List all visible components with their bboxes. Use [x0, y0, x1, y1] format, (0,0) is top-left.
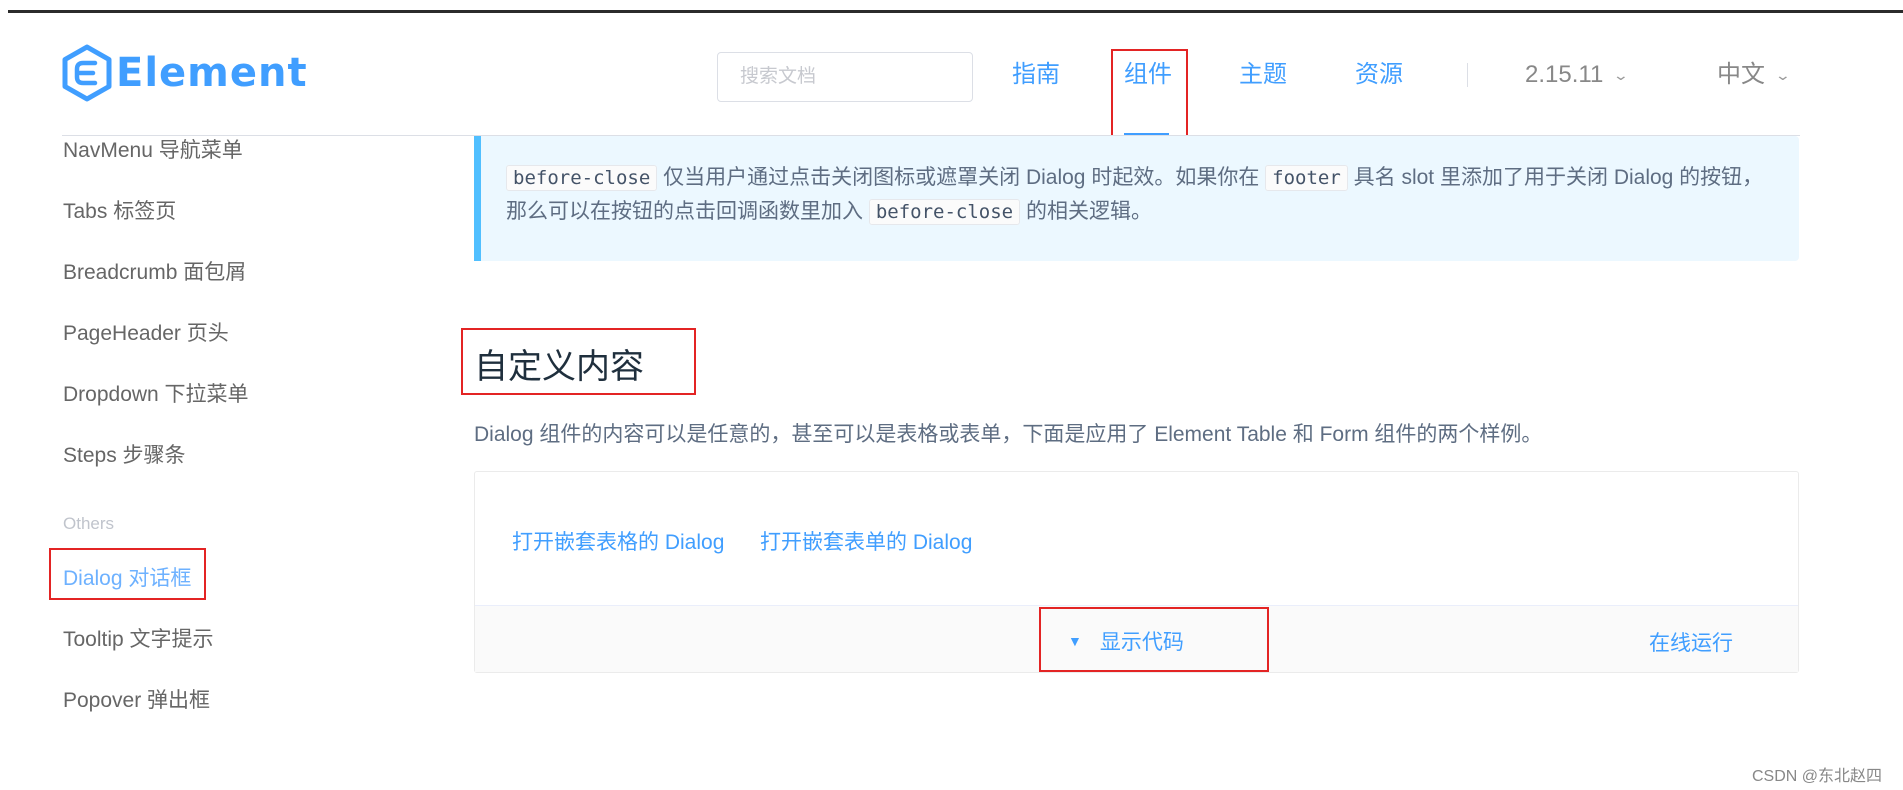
sidebar-item-popover[interactable]: Popover 弹出框 — [63, 684, 210, 714]
tip-text-part: 仅当用户通过点击关闭图标或遮罩关闭 Dialog 时起效。如果你在 — [657, 166, 1266, 189]
sidebar-item-steps[interactable]: Steps 步骤条 — [63, 439, 186, 469]
nav-component[interactable]: 组件 — [1124, 58, 1172, 92]
open-form-dialog-button[interactable]: 打开嵌套表单的 Dialog — [760, 526, 972, 556]
section-description: Dialog 组件的内容可以是任意的，甚至可以是表格或表单，下面是应用了 Ele… — [474, 423, 1543, 446]
chevron-down-icon: ⌄ — [1774, 67, 1792, 83]
code-before-close: before-close — [868, 199, 1021, 225]
nav-guide[interactable]: 指南 — [1012, 58, 1060, 92]
language-label: 中文 — [1717, 61, 1765, 88]
caret-down-icon: ▼ — [1068, 633, 1082, 649]
language-dropdown[interactable]: 中文 ⌄ — [1717, 58, 1792, 92]
element-logo[interactable]: Element — [62, 44, 308, 102]
tip-text-part: 的相关逻辑。 — [1020, 200, 1152, 223]
chevron-down-icon: ⌄ — [1612, 67, 1630, 83]
sidebar-item-navmenu[interactable]: NavMenu 导航菜单 — [63, 134, 243, 164]
search-input[interactable] — [717, 52, 973, 102]
top-border-line — [8, 10, 1903, 13]
code-before-close: before-close — [506, 165, 658, 191]
sidebar-item-breadcrumb[interactable]: Breadcrumb 面包屑 — [63, 256, 246, 286]
version-dropdown[interactable]: 2.15.11 ⌄ — [1525, 58, 1630, 92]
watermark: CSDN @东北赵四 — [1752, 768, 1883, 785]
version-label: 2.15.11 — [1525, 61, 1604, 88]
element-logo-icon — [62, 44, 112, 102]
nav-divider — [1467, 63, 1468, 87]
logo-text: Element — [116, 50, 308, 96]
show-code-button[interactable]: ▼ 显示代码 — [1068, 626, 1184, 656]
nav-resource[interactable]: 资源 — [1355, 58, 1403, 92]
sidebar-item-tabs[interactable]: Tabs 标签页 — [63, 195, 176, 225]
show-code-label: 显示代码 — [1099, 631, 1184, 654]
sidebar-item-pageheader[interactable]: PageHeader 页头 — [63, 317, 229, 347]
sidebar-item-tooltip[interactable]: Tooltip 文字提示 — [63, 623, 214, 653]
section-title: 自定义内容 — [474, 348, 644, 386]
tip-text: before-close 仅当用户通过点击关闭图标或遮罩关闭 Dialog 时起… — [506, 161, 1766, 229]
run-online-button[interactable]: 在线运行 — [1649, 627, 1733, 657]
code-footer: footer — [1265, 165, 1348, 191]
nav-theme[interactable]: 主题 — [1239, 58, 1287, 92]
sidebar-group-title: Others — [63, 514, 115, 533]
open-table-dialog-button[interactable]: 打开嵌套表格的 Dialog — [512, 526, 724, 556]
sidebar-item-dropdown[interactable]: Dropdown 下拉菜单 — [63, 378, 249, 408]
sidebar-item-dialog[interactable]: Dialog 对话框 — [63, 562, 191, 592]
